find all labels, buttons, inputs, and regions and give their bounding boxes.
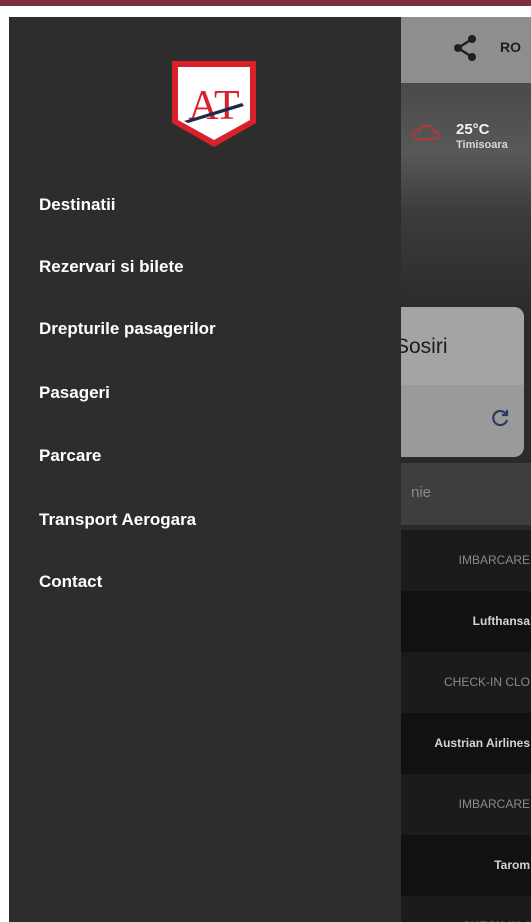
navigation-drawer: AT Destinatii Rezervari si bilete Dreptu… bbox=[9, 17, 401, 922]
menu-item-destinatii[interactable]: Destinatii bbox=[39, 195, 116, 215]
menu-item-contact[interactable]: Contact bbox=[39, 572, 102, 592]
menu-item-rezervari[interactable]: Rezervari si bilete bbox=[39, 257, 184, 277]
svg-text:AT: AT bbox=[188, 83, 239, 129]
menu-item-transport[interactable]: Transport Aerogara bbox=[39, 510, 196, 530]
language-button[interactable]: RO bbox=[500, 39, 521, 55]
weather-cloud-icon bbox=[411, 124, 441, 141]
flight-row[interactable]: Tarom bbox=[379, 835, 531, 896]
flight-row[interactable]: Austrian Airlines bbox=[379, 713, 531, 774]
flight-row[interactable]: CHECK-IN CLO bbox=[379, 652, 531, 713]
flight-status: CHECK-IN 4 bbox=[462, 896, 530, 922]
flight-row[interactable]: CHECK-IN 4 bbox=[379, 896, 531, 922]
menu-item-drepturile[interactable]: Drepturile pasagerilor bbox=[39, 319, 216, 339]
flight-row[interactable]: IMBARCARE bbox=[379, 530, 531, 591]
search-input[interactable] bbox=[379, 463, 531, 525]
search-placeholder: nie bbox=[411, 484, 432, 501]
flight-airline: Lufthansa bbox=[472, 614, 530, 628]
flight-row[interactable]: Lufthansa bbox=[379, 591, 531, 652]
flight-status: CHECK-IN CLO bbox=[443, 675, 530, 689]
flight-airline: Austrian Airlines bbox=[434, 736, 530, 750]
tab-arrivals[interactable]: Sosiri bbox=[395, 335, 448, 359]
flight-status: IMBARCARE bbox=[458, 553, 530, 567]
airport-logo: AT bbox=[172, 61, 256, 147]
menu-item-parcare[interactable]: Parcare bbox=[39, 446, 101, 466]
flight-status: IMBARCARE bbox=[458, 797, 530, 811]
status-strip bbox=[0, 0, 531, 6]
flight-airline: Tarom bbox=[494, 858, 530, 872]
flight-row[interactable]: IMBARCARE bbox=[379, 774, 531, 835]
share-icon[interactable] bbox=[450, 33, 480, 63]
weather-temperature: 25°C bbox=[456, 121, 490, 138]
weather-city: Timisoara bbox=[456, 139, 508, 151]
menu-item-pasageri[interactable]: Pasageri bbox=[39, 383, 110, 403]
refresh-icon[interactable] bbox=[489, 407, 511, 429]
